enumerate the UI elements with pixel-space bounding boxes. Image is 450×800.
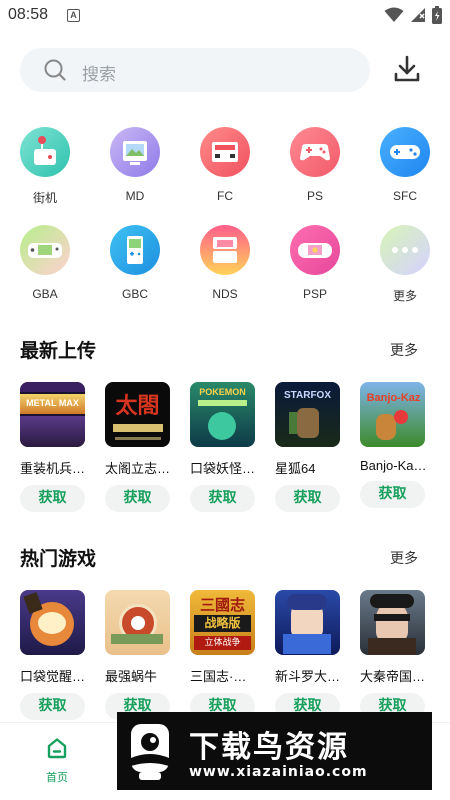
- game-cover-image: 三國志 战略版 立体战争: [190, 590, 255, 655]
- game-name: 新斗罗大…: [275, 669, 341, 684]
- home-icon: [47, 738, 67, 759]
- category-md[interactable]: MD: [100, 127, 170, 217]
- category-label: NDS: [212, 287, 238, 301]
- gba-handheld-icon: [20, 225, 70, 275]
- game-cover-image: [275, 590, 340, 655]
- watermark-url: www.xiazainiao.com: [189, 764, 368, 780]
- watermark-title: 下载鸟资源: [189, 730, 349, 765]
- get-button[interactable]: 获取: [190, 485, 255, 512]
- category-label: 街机: [32, 191, 57, 205]
- cover-art-subtitle: 战略版: [194, 615, 251, 632]
- category-label: FC: [217, 189, 233, 203]
- game-name: 三国志·…: [190, 669, 247, 684]
- game-cover-image: [360, 590, 425, 655]
- hot-section-title: 热门游戏: [20, 548, 97, 570]
- more-dots-icon: [380, 225, 430, 275]
- game-name: 口袋妖怪…: [190, 461, 256, 476]
- category-label: GBA: [32, 287, 58, 301]
- search-input[interactable]: 搜索: [82, 60, 116, 85]
- cover-art-text: METAL MAX: [26, 398, 79, 408]
- category-fc[interactable]: FC: [190, 127, 260, 217]
- game-item[interactable]: 新斗罗大… 获取: [275, 590, 345, 720]
- game-cover-image: POKEMON: [190, 382, 255, 447]
- game-item[interactable]: METAL MAX 重装机兵… 获取: [20, 382, 90, 512]
- category-label: SFC: [393, 189, 417, 203]
- status-indicators: [384, 6, 442, 24]
- category-label: PSP: [302, 287, 327, 301]
- latest-section-title: 最新上传: [20, 340, 97, 362]
- game-name: 大秦帝国…: [360, 669, 426, 684]
- category-gbc[interactable]: GBC: [100, 225, 170, 315]
- game-cover-image: METAL MAX: [20, 382, 85, 447]
- game-name: Banjo-Ka…: [360, 458, 427, 473]
- cover-art-text: 三國志: [199, 596, 245, 614]
- search-bar[interactable]: 搜索: [20, 48, 370, 92]
- get-button[interactable]: 获取: [105, 485, 170, 512]
- cover-art-text: STARFOX: [283, 390, 332, 401]
- nav-home-label: 首页: [46, 771, 68, 784]
- latest-more-link[interactable]: 更多: [390, 340, 418, 360]
- game-cover-image: [20, 590, 85, 655]
- get-button[interactable]: 获取: [275, 485, 340, 512]
- category-more[interactable]: 更多: [370, 225, 440, 315]
- psp-handheld-icon: [290, 225, 340, 275]
- hot-more-link[interactable]: 更多: [390, 548, 418, 568]
- search-icon: [44, 59, 66, 81]
- status-bar: 08:58 A: [0, 0, 450, 32]
- cover-art-text: Banjo-Kaz: [366, 392, 421, 404]
- game-name: 最强蜗牛: [105, 669, 158, 684]
- game-item[interactable]: 口袋觉醒… 获取: [20, 590, 90, 720]
- bird-logo-icon: [131, 724, 169, 780]
- game-item[interactable]: STARFOX 星狐64 获取: [275, 382, 345, 512]
- game-name: 重装机兵…: [20, 461, 86, 476]
- game-cover-image: [105, 590, 170, 655]
- category-sfc[interactable]: SFC: [370, 127, 440, 217]
- get-button[interactable]: 获取: [20, 485, 85, 512]
- category-ps[interactable]: PS: [280, 127, 350, 217]
- game-name: 口袋觉醒…: [20, 669, 86, 684]
- game-item[interactable]: 太閤 太阁立志… 获取: [105, 382, 175, 512]
- cover-art-text: POKEMON: [199, 387, 246, 397]
- game-item[interactable]: 大秦帝国… 获取: [360, 590, 430, 720]
- cover-art-tag: 立体战争: [194, 636, 251, 650]
- category-psp[interactable]: PSP: [280, 225, 350, 315]
- category-label: GBC: [121, 287, 148, 301]
- game-cover-image: Banjo-Kaz: [360, 382, 425, 447]
- gbc-handheld-icon: [110, 225, 160, 275]
- game-item[interactable]: 最强蜗牛 获取: [105, 590, 175, 720]
- category-gba[interactable]: GBA: [10, 225, 80, 315]
- arcade-icon: [20, 127, 70, 177]
- game-name: 太阁立志…: [105, 461, 171, 476]
- nav-item-home[interactable]: 首页: [36, 737, 78, 785]
- category-label: 更多: [392, 289, 417, 303]
- status-time: 08:58: [8, 6, 49, 23]
- cover-art-text: 太閤: [115, 393, 160, 419]
- game-cover-image: STARFOX: [275, 382, 340, 447]
- category-nds[interactable]: NDS: [190, 225, 260, 315]
- battery-icon: [432, 6, 442, 24]
- md-console-icon: [110, 127, 160, 177]
- signal-icon: [411, 8, 425, 22]
- game-item[interactable]: POKEMON 口袋妖怪… 获取: [190, 382, 260, 512]
- category-label: PS: [306, 189, 323, 203]
- sfc-gamepad-icon: [380, 127, 430, 177]
- category-arcade[interactable]: 街机: [10, 127, 80, 217]
- game-cover-image: 太閤: [105, 382, 170, 447]
- wifi-icon: [384, 7, 404, 22]
- get-button[interactable]: 获取: [20, 693, 85, 720]
- category-label: MD: [125, 189, 145, 203]
- notification-a-icon: A: [67, 9, 80, 22]
- nds-handheld-icon: [200, 225, 250, 275]
- game-item[interactable]: Banjo-Kaz Banjo-Ka… 获取: [360, 382, 430, 508]
- fc-console-icon: [200, 127, 250, 177]
- game-name: 星狐64: [275, 461, 316, 476]
- download-icon[interactable]: [392, 54, 422, 84]
- ps-gamepad-icon: [290, 127, 340, 177]
- get-button[interactable]: 获取: [360, 481, 425, 508]
- watermark-banner: 下载鸟资源 www.xiazainiao.com: [117, 712, 432, 790]
- game-item[interactable]: 三國志 战略版 立体战争 三国志·… 获取: [190, 590, 260, 720]
